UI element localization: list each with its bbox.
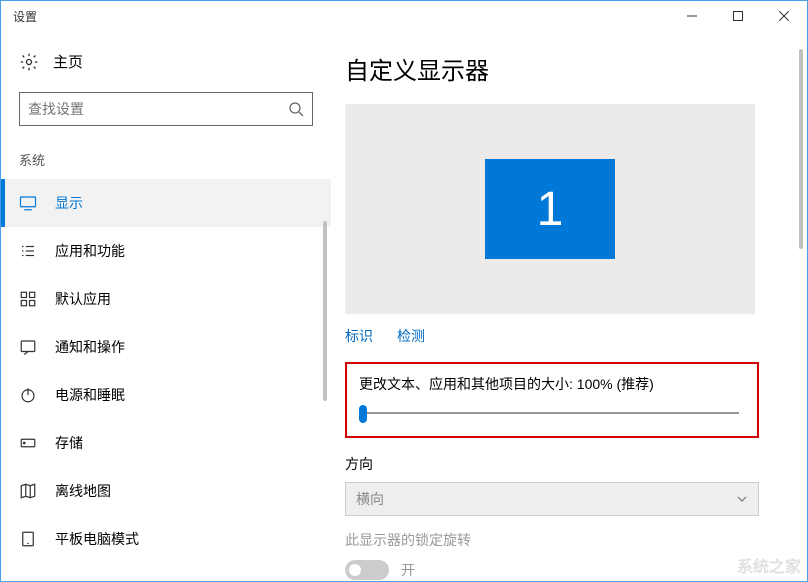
power-icon xyxy=(19,386,37,404)
grid-icon xyxy=(19,290,37,308)
monitor-icon xyxy=(19,194,37,212)
monitor-tile-1[interactable]: 1 xyxy=(485,159,615,259)
nav-label: 默认应用 xyxy=(55,289,111,309)
window-title: 设置 xyxy=(13,8,37,25)
scale-highlight: 更改文本、应用和其他项目的大小: 100% (推荐) xyxy=(345,362,759,438)
gear-icon xyxy=(19,52,39,72)
window-controls xyxy=(669,1,807,31)
map-icon xyxy=(19,482,37,500)
sidebar-item-display[interactable]: 显示 xyxy=(1,179,331,227)
slider-thumb[interactable] xyxy=(359,405,367,423)
nav-label: 电源和睡眠 xyxy=(55,385,125,405)
monitor-preview[interactable]: 1 xyxy=(345,104,755,314)
nav-label: 离线地图 xyxy=(55,481,111,501)
main-scrollbar[interactable] xyxy=(799,49,803,249)
storage-icon xyxy=(19,434,37,452)
page-title: 自定义显示器 xyxy=(345,51,783,86)
nav-list: 显示 应用和功能 默认应用 通知和操作 电源和睡眠 存储 xyxy=(1,179,331,563)
orientation-value: 横向 xyxy=(356,489,384,509)
close-button[interactable] xyxy=(761,1,807,31)
sidebar-item-notifications[interactable]: 通知和操作 xyxy=(1,323,331,371)
nav-label: 存储 xyxy=(55,433,83,453)
nav-label: 显示 xyxy=(55,193,83,213)
detect-link[interactable]: 检测 xyxy=(397,326,425,346)
identify-link[interactable]: 标识 xyxy=(345,326,373,346)
scale-label: 更改文本、应用和其他项目的大小: 100% (推荐) xyxy=(359,374,745,394)
orientation-label: 方向 xyxy=(345,454,759,474)
toggle-knob xyxy=(349,564,361,576)
sidebar-item-maps[interactable]: 离线地图 xyxy=(1,467,331,515)
nav-label: 平板电脑模式 xyxy=(55,529,139,549)
maximize-button[interactable] xyxy=(715,1,761,31)
sidebar-item-default-apps[interactable]: 默认应用 xyxy=(1,275,331,323)
lock-rotation-toggle[interactable] xyxy=(345,560,389,580)
list-icon xyxy=(19,242,37,260)
main-panel: 自定义显示器 1 标识 检测 更改文本、应用和其他项目的大小: 100% (推荐… xyxy=(331,31,807,581)
orientation-select[interactable]: 横向 xyxy=(345,482,759,516)
home-link[interactable]: 主页 xyxy=(1,43,331,86)
chevron-down-icon xyxy=(736,493,748,505)
nav-label: 通知和操作 xyxy=(55,337,125,357)
notification-icon xyxy=(19,338,37,356)
search-icon xyxy=(288,101,304,117)
sidebar-scrollbar[interactable] xyxy=(323,221,327,401)
slider-track xyxy=(365,412,739,414)
home-label: 主页 xyxy=(53,51,83,72)
toggle-state-label: 开 xyxy=(401,560,415,580)
minimize-button[interactable] xyxy=(669,1,715,31)
section-label: 系统 xyxy=(1,142,331,179)
nav-label: 应用和功能 xyxy=(55,241,125,261)
sidebar-item-power[interactable]: 电源和睡眠 xyxy=(1,371,331,419)
tablet-icon xyxy=(19,530,37,548)
search-input[interactable] xyxy=(19,92,313,126)
sidebar-item-storage[interactable]: 存储 xyxy=(1,419,331,467)
search-field[interactable] xyxy=(28,101,288,117)
sidebar-item-tablet[interactable]: 平板电脑模式 xyxy=(1,515,331,563)
sidebar: 主页 系统 显示 应用和功能 默认应用 通知和操作 xyxy=(1,31,331,581)
sidebar-item-apps[interactable]: 应用和功能 xyxy=(1,227,331,275)
scale-slider[interactable] xyxy=(359,408,745,418)
lock-rotation-label: 此显示器的锁定旋转 xyxy=(345,530,783,550)
